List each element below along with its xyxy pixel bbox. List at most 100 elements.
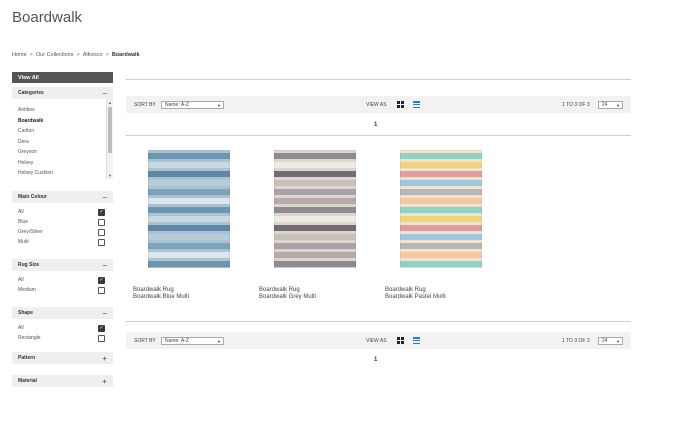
categories-header[interactable]: Categories − — [12, 87, 113, 99]
product-listing: SORT BY Name: A-Z ▼ VIEW AS 1 TO 3 OF 3 … — [126, 0, 631, 433]
categories-title: Categories — [18, 90, 44, 96]
category-item[interactable]: Carlton — [18, 126, 103, 137]
filter-option-label: Medium — [18, 287, 36, 293]
sort-select[interactable]: Name: A-Z ▼ — [161, 336, 224, 345]
scroll-down-icon[interactable]: ▼ — [108, 173, 112, 178]
rug-size-header[interactable]: Rug Size − — [12, 259, 113, 271]
filter-option-label: Multi — [18, 239, 29, 245]
filter-option[interactable]: Medium — [18, 285, 105, 295]
checkbox-checked[interactable]: ✓ — [98, 324, 105, 332]
filter-sidebar: View All Categories − Antibes Boardwalk … — [12, 72, 113, 387]
category-item[interactable]: Greyson — [18, 147, 103, 158]
filter-option-label: Grey/Silver — [18, 229, 43, 235]
product-image[interactable] — [274, 150, 356, 268]
categories-scrollbar[interactable]: ▲ ▼ — [106, 99, 113, 179]
category-item[interactable]: Helsey — [18, 158, 103, 169]
divider — [126, 135, 631, 136]
view-all-button[interactable]: View All — [12, 72, 113, 83]
result-count: 1 TO 3 OF 3 — [562, 337, 590, 344]
toolbar-top: SORT BY Name: A-Z ▼ VIEW AS 1 TO 3 OF 3 … — [126, 96, 631, 113]
checkbox[interactable] — [98, 334, 105, 342]
product-subtitle[interactable]: Boardwalk Blue Multi — [133, 294, 189, 301]
chevron-down-icon: ▼ — [616, 338, 620, 344]
breadcrumb-home[interactable]: Home — [12, 52, 27, 58]
product-image[interactable] — [148, 150, 230, 268]
grid-view-icon[interactable] — [397, 101, 404, 108]
page-title: Boardwalk — [12, 9, 83, 26]
category-item[interactable]: Antibes — [18, 105, 103, 116]
pattern-title: Pattern — [18, 355, 36, 361]
sort-value: Name: A-Z — [165, 337, 189, 344]
collapse-icon[interactable]: − — [102, 89, 107, 98]
view-as-label: VIEW AS — [366, 337, 387, 344]
result-count: 1 TO 3 OF 3 — [562, 101, 590, 108]
checkbox-checked[interactable]: ✓ — [98, 208, 105, 216]
shape-header[interactable]: Shape − — [12, 307, 113, 319]
expand-icon[interactable]: + — [102, 354, 107, 363]
filter-option[interactable]: All ✓ — [18, 207, 105, 217]
material-title: Material — [18, 378, 37, 384]
per-page-value: 24 — [602, 101, 608, 108]
chevron-down-icon: ▼ — [217, 102, 221, 108]
scroll-up-icon[interactable]: ▲ — [108, 100, 112, 105]
filter-option-label: Rectangle — [18, 335, 41, 341]
per-page-select[interactable]: 24 ▼ — [598, 100, 623, 109]
rug-size-options: All ✓ Medium — [12, 271, 113, 295]
breadcrumb-separator: > — [105, 52, 109, 58]
per-page-select[interactable]: 24 ▼ — [598, 336, 623, 345]
filter-option[interactable]: Multi — [18, 237, 105, 247]
shape-options: All ✓ Rectangle — [12, 319, 113, 343]
list-view-icon[interactable] — [413, 101, 420, 108]
sort-select[interactable]: Name: A-Z ▼ — [161, 100, 224, 109]
page-number[interactable]: 1 — [374, 357, 377, 363]
filter-option[interactable]: All ✓ — [18, 275, 105, 285]
checkbox[interactable] — [98, 286, 105, 294]
breadcrumb-collections[interactable]: Our Collections — [36, 52, 74, 58]
filter-option[interactable]: All ✓ — [18, 323, 105, 333]
pattern-header[interactable]: Pattern + — [12, 352, 113, 364]
product-title[interactable]: Boardwalk Rug — [259, 287, 300, 294]
breadcrumb-separator: > — [76, 52, 80, 58]
grid-view-icon[interactable] — [397, 337, 404, 344]
sort-label: SORT BY — [134, 337, 156, 344]
checkbox[interactable] — [98, 238, 105, 246]
checkbox[interactable] — [98, 218, 105, 226]
collapse-icon[interactable]: − — [102, 193, 107, 202]
view-as-label: VIEW AS — [366, 101, 387, 108]
product-image[interactable] — [400, 150, 482, 268]
category-item-active[interactable]: Boardwalk — [18, 116, 103, 127]
product-title[interactable]: Boardwalk Rug — [133, 287, 174, 294]
sort-value: Name: A-Z — [165, 101, 189, 108]
breadcrumb-alfresco[interactable]: Alfresco — [83, 52, 103, 58]
checkbox[interactable] — [98, 228, 105, 236]
shape-title: Shape — [18, 310, 34, 316]
filter-option-label: All — [18, 325, 24, 331]
filter-option[interactable]: Rectangle — [18, 333, 105, 343]
collapse-icon[interactable]: − — [102, 261, 107, 270]
divider — [126, 79, 631, 80]
collapse-icon[interactable]: − — [102, 309, 107, 318]
per-page-value: 24 — [602, 337, 608, 344]
category-item[interactable]: Dera — [18, 137, 103, 148]
page-number[interactable]: 1 — [374, 122, 377, 128]
category-item[interactable]: Helsey Cushion — [18, 168, 103, 179]
product-title[interactable]: Boardwalk Rug — [385, 287, 426, 294]
sort-label: SORT BY — [134, 101, 156, 108]
material-header[interactable]: Material + — [12, 375, 113, 387]
main-colour-title: Main Colour — [18, 194, 47, 200]
filter-option-label: All — [18, 277, 24, 283]
product-subtitle[interactable]: Boardwalk Grey Multi — [259, 294, 316, 301]
product-subtitle[interactable]: Boardwalk Pastel Multi — [385, 294, 446, 301]
main-colour-header[interactable]: Main Colour − — [12, 191, 113, 203]
scrollbar-thumb[interactable] — [108, 107, 112, 153]
divider — [126, 321, 631, 322]
rug-size-title: Rug Size — [18, 262, 40, 268]
filter-option[interactable]: Blue — [18, 217, 105, 227]
filter-option-label: Blue — [18, 219, 29, 225]
list-view-icon[interactable] — [413, 337, 420, 344]
chevron-down-icon: ▼ — [616, 102, 620, 108]
checkbox-checked[interactable]: ✓ — [98, 276, 105, 284]
filter-option[interactable]: Grey/Silver — [18, 227, 105, 237]
expand-icon[interactable]: + — [102, 377, 107, 386]
toolbar-bottom: SORT BY Name: A-Z ▼ VIEW AS 1 TO 3 OF 3 … — [126, 332, 631, 349]
